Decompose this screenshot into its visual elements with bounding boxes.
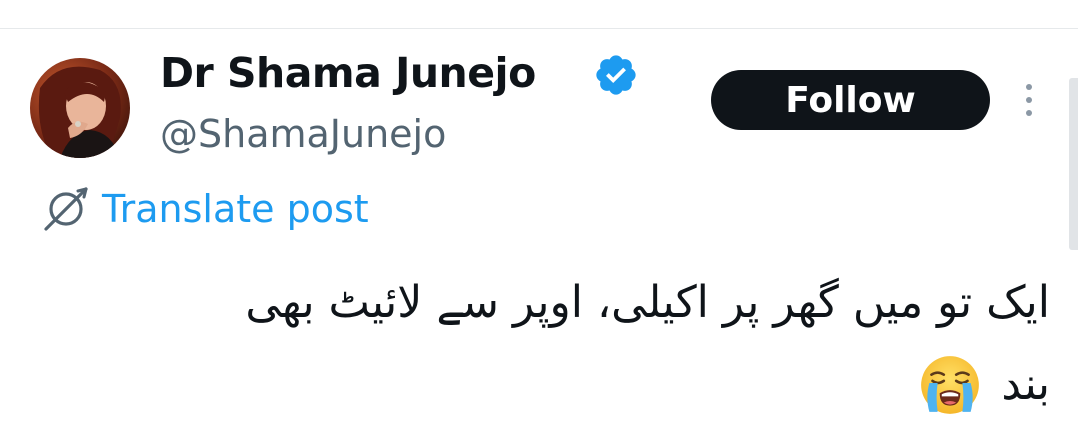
follow-button[interactable]: Follow [711,70,990,130]
more-dot [1026,84,1032,90]
verified-badge-icon [596,55,636,95]
tweet-card: Dr Shama Junejo @ShamaJunejo Follow Tran… [0,0,1078,430]
scrollbar[interactable] [1069,78,1078,250]
more-dot [1026,110,1032,116]
post-text-line-1: ایک تو میں گھر پر اکیلی، اوپر سے لائیٹ ب… [245,277,1050,328]
handle[interactable]: @ShamaJunejo [160,110,446,158]
more-vertical-icon[interactable] [1015,80,1043,120]
loudly-crying-face-icon [921,356,980,414]
post-text-line-2-row: بند [60,344,1050,426]
post-text-line-2: بند [1001,359,1050,410]
translate-post-link[interactable]: Translate post [40,183,369,235]
top-divider [0,28,1078,29]
avatar[interactable] [30,58,130,158]
translate-label: Translate post [102,187,369,231]
post-text: ایک تو میں گھر پر اکیلی، اوپر سے لائیٹ ب… [60,262,1050,426]
more-dot [1026,97,1032,103]
translate-icon [44,187,88,231]
display-name[interactable]: Dr Shama Junejo [160,48,536,98]
